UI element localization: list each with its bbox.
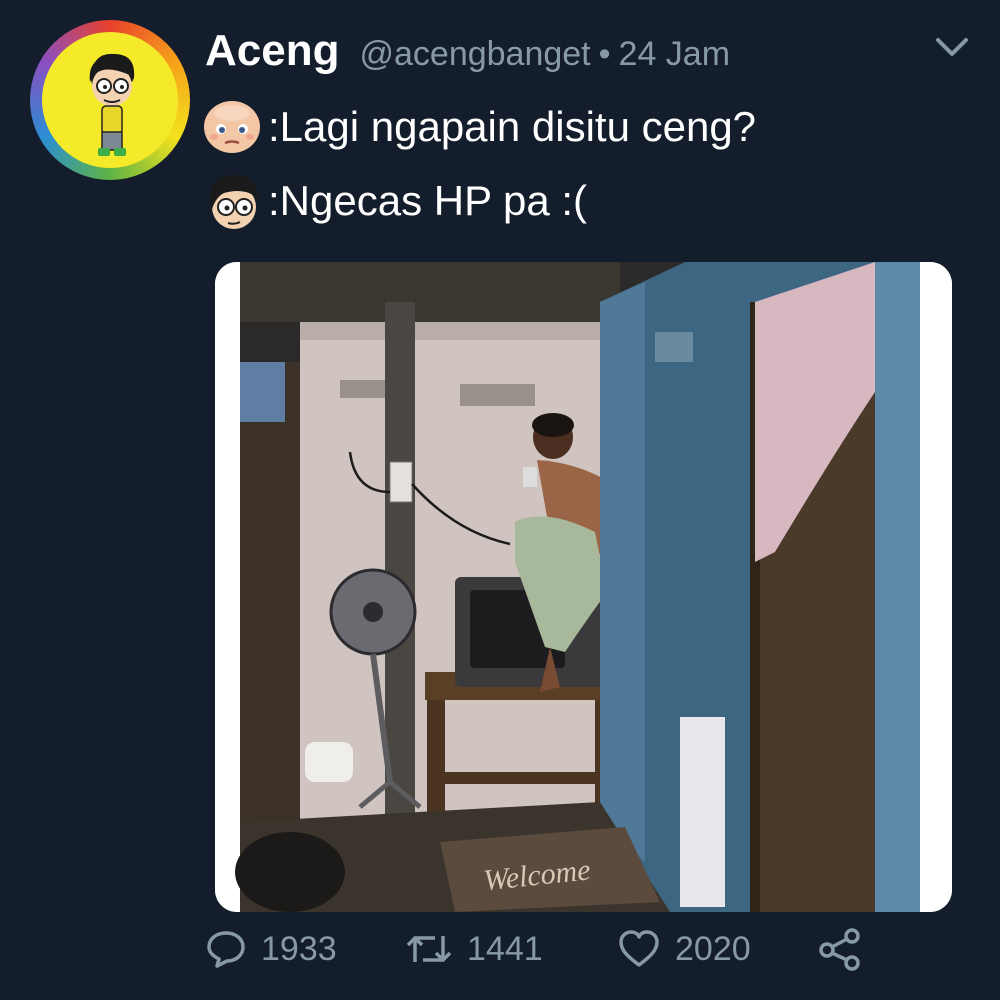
user-handle[interactable]: @acengbanget [359,35,590,74]
tweet-photo[interactable]: Welcome [215,262,952,912]
boss-baby-face-icon [200,95,264,159]
like-button[interactable]: 2020 [617,928,817,970]
retweet-arrows-icon [406,936,452,962]
tweet-line-1: :Lagi ngapain disitu ceng? [200,92,756,162]
timestamp[interactable]: 24 Jam [619,35,731,74]
tweet-text-line-2: :Ngecas HP pa :( [268,177,588,224]
profile-avatar[interactable] [30,20,190,180]
heart-icon [619,930,659,967]
display-name[interactable]: Aceng [205,26,339,76]
separator-dot: • [598,35,611,73]
tweet-actions: 1933 1441 2020 [205,918,877,980]
aceng-face-icon [200,169,264,233]
reply-count: 1933 [261,929,337,968]
tweet-line-2: :Ngecas HP pa :( [200,166,587,236]
tweet-text-line-1: :Lagi ngapain disitu ceng? [268,103,757,150]
tweet-header: Aceng @acengbanget • 24 Jam [205,26,730,86]
reply-button[interactable]: 1933 [205,928,405,970]
like-count: 2020 [675,929,751,968]
retweet-button[interactable]: 1441 [405,928,617,970]
tweet-card: Aceng @acengbanget • 24 Jam :Lagi ngapai… [0,0,1000,1000]
share-nodes-icon [819,928,860,971]
speech-bubble-icon [207,931,245,968]
share-button[interactable] [817,926,877,972]
retweet-count: 1441 [467,929,543,968]
chevron-down-icon[interactable] [932,34,972,62]
aceng-cartoon-avatar-icon [42,32,178,168]
